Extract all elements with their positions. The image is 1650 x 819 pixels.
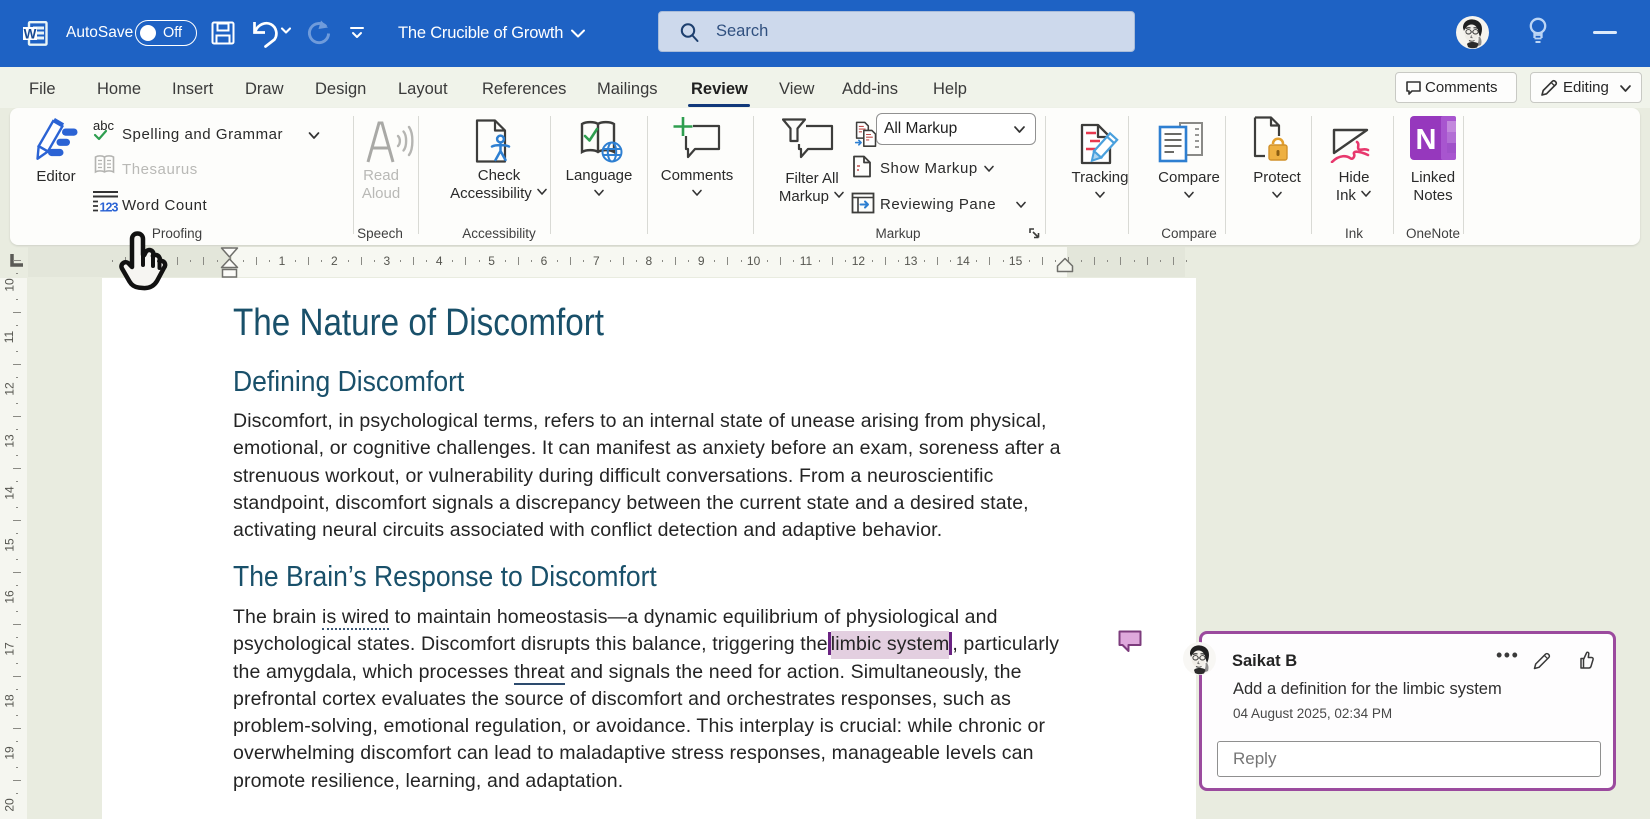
svg-text:abc: abc [93, 119, 114, 133]
svg-text:123: 123 [100, 201, 119, 215]
svg-text:W: W [24, 27, 37, 42]
svg-text:N: N [1416, 124, 1437, 156]
